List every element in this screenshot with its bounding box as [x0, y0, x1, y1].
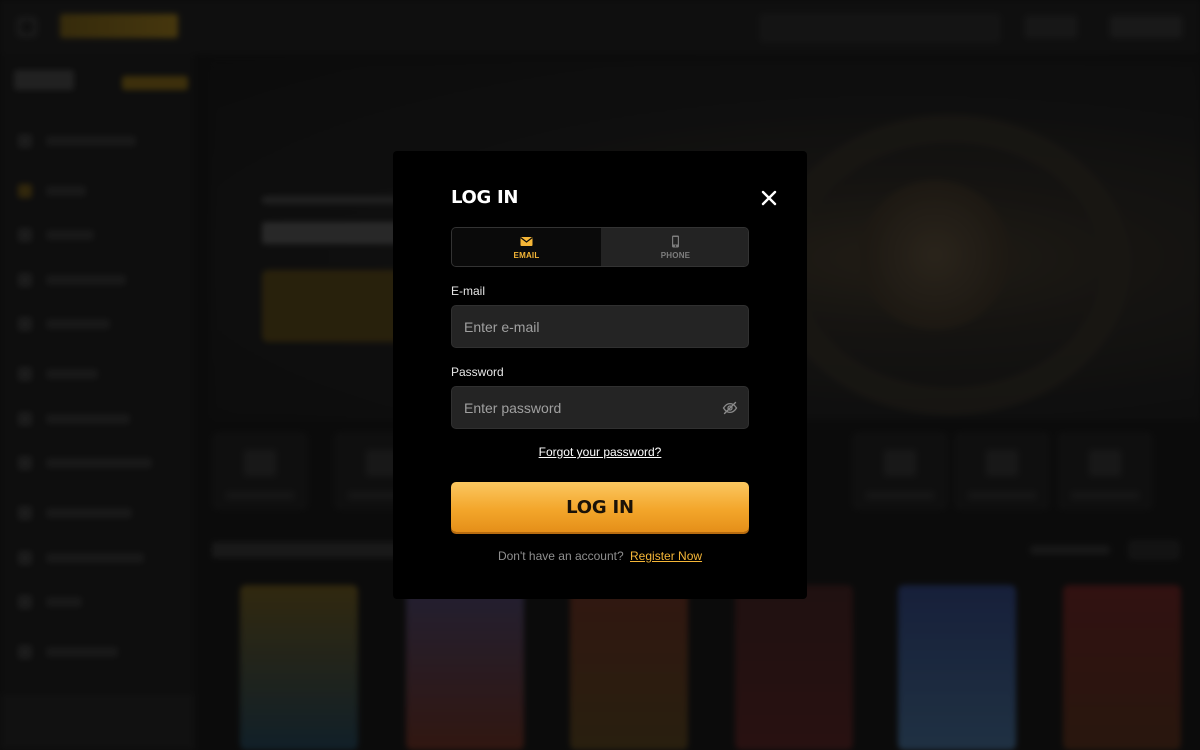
eye-off-icon[interactable] — [722, 401, 738, 415]
forgot-password-row: Forgot your password? — [393, 443, 807, 461]
email-label: E-mail — [451, 284, 486, 298]
register-prompt-row: Don't have an account? Register Now — [393, 549, 807, 563]
modal-title: LOG IN — [451, 187, 519, 208]
tab-phone[interactable]: PHONE — [601, 228, 748, 266]
login-method-tabs: EMAIL PHONE — [451, 227, 749, 267]
tab-email-label: EMAIL — [513, 251, 540, 260]
close-icon — [761, 190, 777, 206]
phone-icon — [672, 235, 679, 248]
register-prompt: Don't have an account? — [497, 549, 624, 563]
register-link[interactable]: Register Now — [630, 549, 702, 563]
envelope-icon — [520, 237, 533, 246]
tab-email[interactable]: EMAIL — [452, 228, 601, 266]
login-modal: LOG IN EMAIL PHONE E-mail Password — [393, 151, 807, 599]
email-field[interactable] — [464, 306, 714, 347]
password-field-wrapper — [451, 386, 749, 429]
close-button[interactable] — [759, 188, 779, 208]
tab-phone-label: PHONE — [660, 251, 691, 260]
forgot-password-link[interactable]: Forgot your password? — [539, 445, 662, 459]
login-submit-button[interactable]: LOG IN — [451, 482, 749, 532]
email-field-wrapper — [451, 305, 749, 348]
password-label: Password — [451, 365, 504, 379]
password-field[interactable] — [464, 387, 714, 428]
